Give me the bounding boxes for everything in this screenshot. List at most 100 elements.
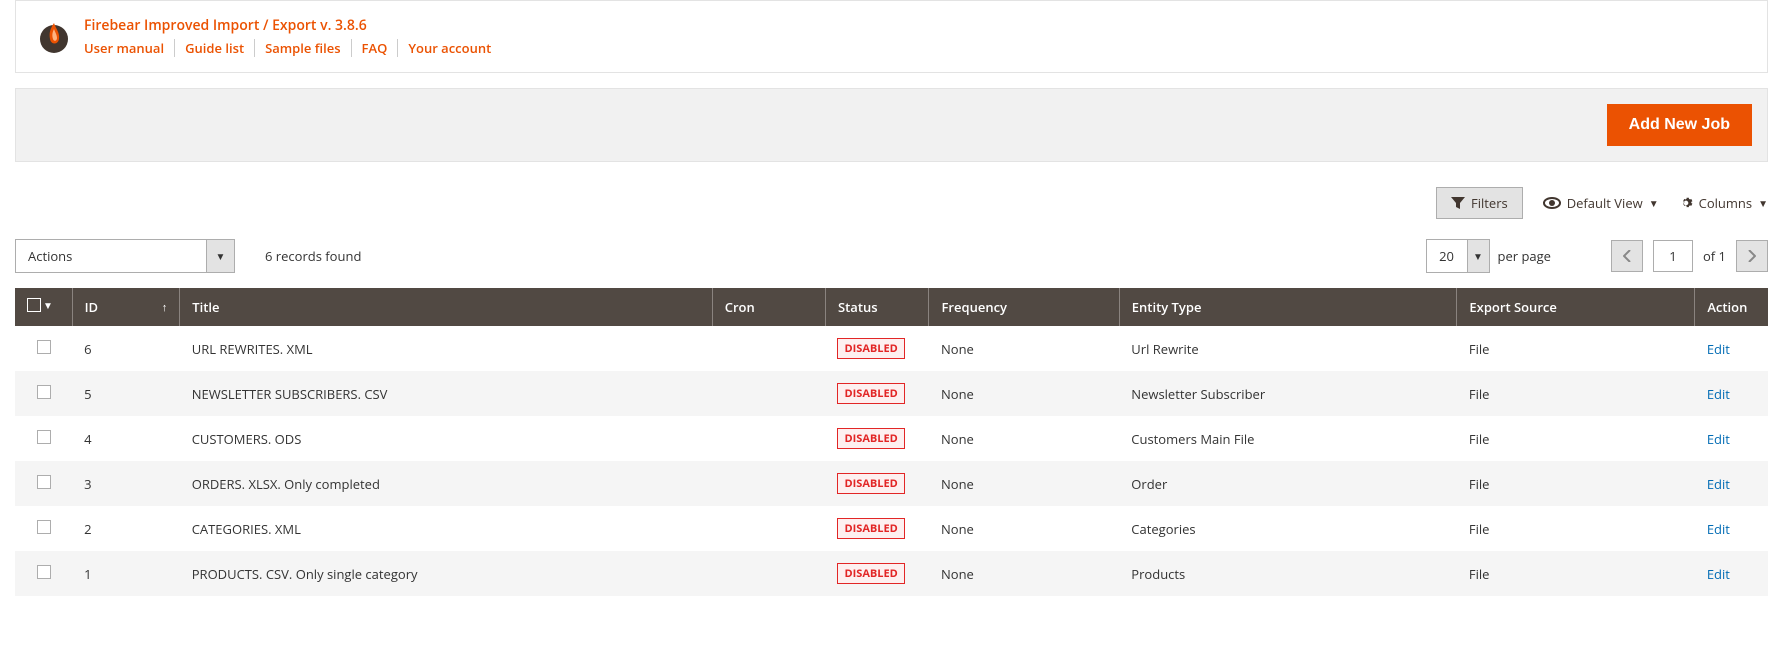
table-row[interactable]: 3 ORDERS. XLSX. Only completed DISABLED … xyxy=(15,461,1768,506)
table-row[interactable]: 1 PRODUCTS. CSV. Only single category DI… xyxy=(15,551,1768,596)
columns-button[interactable]: Columns ▼ xyxy=(1679,194,1768,212)
table-row[interactable]: 4 CUSTOMERS. ODS DISABLED None Customers… xyxy=(15,416,1768,461)
cell-status: DISABLED xyxy=(825,416,928,461)
col-status-header[interactable]: Status xyxy=(825,288,928,326)
row-checkbox[interactable] xyxy=(37,340,51,354)
cell-source: File xyxy=(1457,461,1695,506)
col-source-header[interactable]: Export Source xyxy=(1457,288,1695,326)
jobs-grid: ▼ ID↑ Title Cron Status Frequency Entity… xyxy=(15,288,1768,596)
link-guide-list[interactable]: Guide list xyxy=(174,39,254,57)
cell-frequency: None xyxy=(929,326,1119,371)
add-new-job-button[interactable]: Add New Job xyxy=(1607,104,1752,146)
cell-id: 3 xyxy=(72,461,180,506)
page-input[interactable]: 1 xyxy=(1653,240,1693,272)
cell-entity: Categories xyxy=(1119,506,1457,551)
cell-status: DISABLED xyxy=(825,506,928,551)
eye-icon xyxy=(1543,197,1561,209)
cell-title: PRODUCTS. CSV. Only single category xyxy=(180,551,712,596)
cell-frequency: None xyxy=(929,506,1119,551)
filters-label: Filters xyxy=(1471,194,1508,212)
table-row[interactable]: 2 CATEGORIES. XML DISABLED None Categori… xyxy=(15,506,1768,551)
row-checkbox[interactable] xyxy=(37,430,51,444)
col-cron-header[interactable]: Cron xyxy=(712,288,825,326)
bulk-actions-select[interactable]: Actions ▼ xyxy=(15,239,235,273)
row-checkbox[interactable] xyxy=(37,520,51,534)
status-badge: DISABLED xyxy=(837,383,904,404)
columns-label: Columns xyxy=(1699,194,1752,212)
cell-cron xyxy=(712,326,825,371)
col-action-header: Action xyxy=(1695,288,1768,326)
bulk-actions-label: Actions xyxy=(16,240,206,272)
cell-title: URL REWRITES. XML xyxy=(180,326,712,371)
cell-cron xyxy=(712,461,825,506)
link-your-account[interactable]: Your account xyxy=(397,39,501,57)
cell-source: File xyxy=(1457,416,1695,461)
filters-button[interactable]: Filters xyxy=(1436,187,1523,219)
edit-link[interactable]: Edit xyxy=(1707,430,1730,448)
cell-entity: Url Rewrite xyxy=(1119,326,1457,371)
cell-entity: Customers Main File xyxy=(1119,416,1457,461)
cell-frequency: None xyxy=(929,461,1119,506)
pager: 1 of 1 xyxy=(1611,240,1768,272)
col-title-header[interactable]: Title xyxy=(180,288,712,326)
page-size-select[interactable]: 20 ▼ xyxy=(1426,239,1490,273)
cell-frequency: None xyxy=(929,551,1119,596)
next-page-button[interactable] xyxy=(1736,240,1768,272)
cell-status: DISABLED xyxy=(825,326,928,371)
cell-id: 4 xyxy=(72,416,180,461)
controls-row: Actions ▼ 6 records found 20 ▼ per page … xyxy=(15,239,1768,273)
cell-title: NEWSLETTER SUBSCRIBERS. CSV xyxy=(180,371,712,416)
default-view-label: Default View xyxy=(1567,194,1643,212)
header-title: Firebear Improved Import / Export v. 3.8… xyxy=(84,16,501,35)
gear-icon xyxy=(1679,196,1693,210)
edit-link[interactable]: Edit xyxy=(1707,385,1730,403)
cell-entity: Newsletter Subscriber xyxy=(1119,371,1457,416)
cell-status: DISABLED xyxy=(825,551,928,596)
table-row[interactable]: 6 URL REWRITES. XML DISABLED None Url Re… xyxy=(15,326,1768,371)
chevron-down-icon: ▼ xyxy=(1467,240,1489,272)
cell-id: 6 xyxy=(72,326,180,371)
cell-source: File xyxy=(1457,506,1695,551)
edit-link[interactable]: Edit xyxy=(1707,475,1730,493)
cell-id: 2 xyxy=(72,506,180,551)
cell-id: 1 xyxy=(72,551,180,596)
cell-status: DISABLED xyxy=(825,461,928,506)
prev-page-button[interactable] xyxy=(1611,240,1643,272)
table-row[interactable]: 5 NEWSLETTER SUBSCRIBERS. CSV DISABLED N… xyxy=(15,371,1768,416)
link-sample-files[interactable]: Sample files xyxy=(254,39,350,57)
cell-cron xyxy=(712,506,825,551)
row-checkbox[interactable] xyxy=(37,475,51,489)
cell-source: File xyxy=(1457,326,1695,371)
page-size-control: 20 ▼ per page xyxy=(1426,239,1551,273)
status-badge: DISABLED xyxy=(837,473,904,494)
funnel-icon xyxy=(1451,197,1465,209)
grid-toolbar: Filters Default View ▼ Columns ▼ xyxy=(15,187,1768,219)
col-entity-header[interactable]: Entity Type xyxy=(1119,288,1457,326)
cell-title: ORDERS. XLSX. Only completed xyxy=(180,461,712,506)
cell-cron xyxy=(712,371,825,416)
page-size-value: 20 xyxy=(1427,240,1467,272)
cell-status: DISABLED xyxy=(825,371,928,416)
link-user-manual[interactable]: User manual xyxy=(84,39,174,57)
edit-link[interactable]: Edit xyxy=(1707,520,1730,538)
header-links: User manual Guide list Sample files FAQ … xyxy=(84,39,501,57)
row-checkbox[interactable] xyxy=(37,565,51,579)
link-faq[interactable]: FAQ xyxy=(351,39,398,57)
cell-frequency: None xyxy=(929,416,1119,461)
col-id-header[interactable]: ID↑ xyxy=(72,288,180,326)
sort-asc-icon: ↑ xyxy=(162,300,168,315)
row-checkbox[interactable] xyxy=(37,385,51,399)
select-all-checkbox[interactable] xyxy=(27,298,41,312)
cell-cron xyxy=(712,551,825,596)
select-all-header[interactable]: ▼ xyxy=(15,288,72,326)
default-view-button[interactable]: Default View ▼ xyxy=(1543,194,1659,212)
cell-title: CUSTOMERS. ODS xyxy=(180,416,712,461)
cell-entity: Products xyxy=(1119,551,1457,596)
firebear-logo-icon xyxy=(36,19,72,55)
col-frequency-header[interactable]: Frequency xyxy=(929,288,1119,326)
edit-link[interactable]: Edit xyxy=(1707,340,1730,358)
cell-source: File xyxy=(1457,551,1695,596)
cell-frequency: None xyxy=(929,371,1119,416)
edit-link[interactable]: Edit xyxy=(1707,565,1730,583)
status-badge: DISABLED xyxy=(837,518,904,539)
